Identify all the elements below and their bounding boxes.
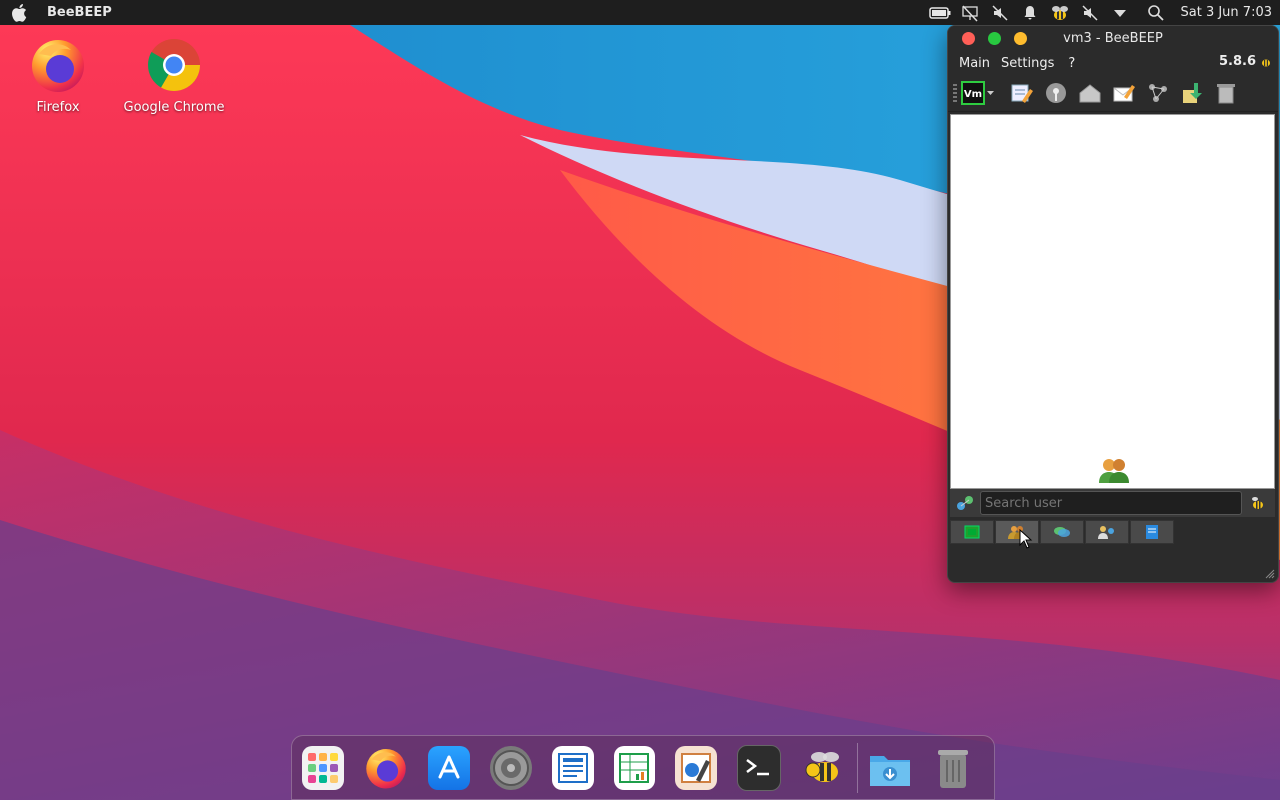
broadcast-button[interactable] (1043, 80, 1069, 106)
window-titlebar[interactable]: vm3 - BeeBEEP (948, 26, 1278, 51)
window-title: vm3 - BeeBEEP (1063, 31, 1163, 46)
people-network-icon (1098, 526, 1114, 539)
battery-icon[interactable] (928, 2, 951, 24)
desktop-icon-label: Google Chrome (123, 100, 225, 115)
dropdown-arrow-icon[interactable] (1109, 2, 1131, 24)
network-tab[interactable] (1085, 520, 1129, 544)
file-icon (1146, 525, 1158, 539)
version-number: 5.8.6 (1218, 54, 1256, 69)
broadcast-icon (1046, 83, 1066, 103)
system-tray: Sat 3 Jun 7:03 (925, 0, 1280, 25)
toolbar-grip[interactable] (953, 84, 957, 102)
terminal-icon[interactable] (737, 744, 782, 800)
search-user-input[interactable] (980, 491, 1242, 515)
network-icon (1149, 84, 1167, 102)
main-toolbar: Vm (948, 75, 1278, 112)
desktop-icon-chrome[interactable]: Google Chrome (119, 36, 229, 115)
chrome-icon (145, 36, 203, 94)
vm-status-button[interactable]: Vm (961, 80, 995, 106)
envelope-pen-icon (1113, 85, 1135, 102)
calc-icon[interactable] (613, 745, 656, 790)
firefox-icon[interactable] (364, 746, 408, 790)
version-label: 5.8.6 (1219, 54, 1272, 69)
app-store-icon[interactable] (427, 745, 470, 790)
menu-help[interactable]: ? (1068, 56, 1075, 71)
dock-separator (857, 742, 859, 793)
share-button[interactable] (1179, 80, 1205, 106)
chats-tab[interactable] (1040, 520, 1084, 544)
vm-icon: Vm (961, 81, 994, 105)
beebeep-icon[interactable] (801, 746, 845, 800)
top-menu-bar: BeeBEEP Sat 3 Jun 7:03 (0, 0, 1280, 25)
notification-bell-icon[interactable] (1019, 2, 1041, 24)
draw-icon[interactable] (675, 745, 718, 790)
house-icon (1079, 84, 1101, 103)
writer-icon[interactable] (551, 745, 594, 790)
edit-profile-button[interactable] (1009, 80, 1035, 106)
apple-menu-icon[interactable] (9, 2, 31, 24)
compose-message-button[interactable] (1111, 80, 1137, 106)
user-list-panel[interactable] (950, 114, 1275, 489)
dock (291, 735, 995, 800)
beebeep-window: vm3 - BeeBEEP Main Settings ? 5.8.6 Vm (947, 25, 1279, 583)
resize-grip-icon[interactable] (1265, 569, 1275, 579)
users-icon (1099, 457, 1129, 488)
desktop-icon-label: Firefox (36, 100, 80, 115)
mouse-cursor-icon (1019, 529, 1033, 549)
network-button[interactable] (1145, 80, 1171, 106)
network-status-icon[interactable] (954, 492, 976, 514)
edit-icon (1011, 84, 1033, 103)
vm-tab-icon (964, 525, 980, 539)
settings-icon[interactable] (489, 745, 532, 790)
volume-muted-icon[interactable] (989, 2, 1011, 24)
active-app-name[interactable]: BeeBEEP (47, 5, 112, 20)
launcher-icon[interactable] (302, 745, 344, 790)
share-icon (1183, 83, 1202, 103)
files-tab[interactable] (1130, 520, 1174, 544)
clock[interactable]: Sat 3 Jun 7:03 (1181, 5, 1273, 20)
window-menubar: Main Settings ? 5.8.6 (948, 51, 1278, 75)
svg-text:Vm: Vm (964, 89, 982, 100)
beebeep-tray-icon[interactable] (1049, 2, 1071, 24)
volume-off-icon[interactable] (1079, 2, 1101, 24)
search-icon[interactable] (1145, 2, 1167, 24)
downloads-folder-icon[interactable] (868, 746, 912, 790)
firefox-icon (29, 36, 87, 94)
menu-settings[interactable]: Settings (1001, 56, 1054, 71)
chat-bubbles-icon (1054, 527, 1070, 537)
beebeep-status-icon[interactable] (1248, 493, 1268, 513)
network-off-icon[interactable] (959, 2, 981, 24)
users-tab[interactable] (950, 520, 994, 544)
home-button[interactable] (1077, 80, 1103, 106)
trash-icon[interactable] (932, 746, 974, 790)
view-tabs (950, 520, 1175, 544)
search-row (950, 489, 1275, 517)
trash-button[interactable] (1213, 80, 1239, 106)
desktop-icon-firefox[interactable]: Firefox (3, 36, 113, 115)
menu-main[interactable]: Main (959, 56, 990, 71)
beebeep-small-icon (1262, 59, 1270, 66)
trash-icon (1217, 84, 1235, 104)
